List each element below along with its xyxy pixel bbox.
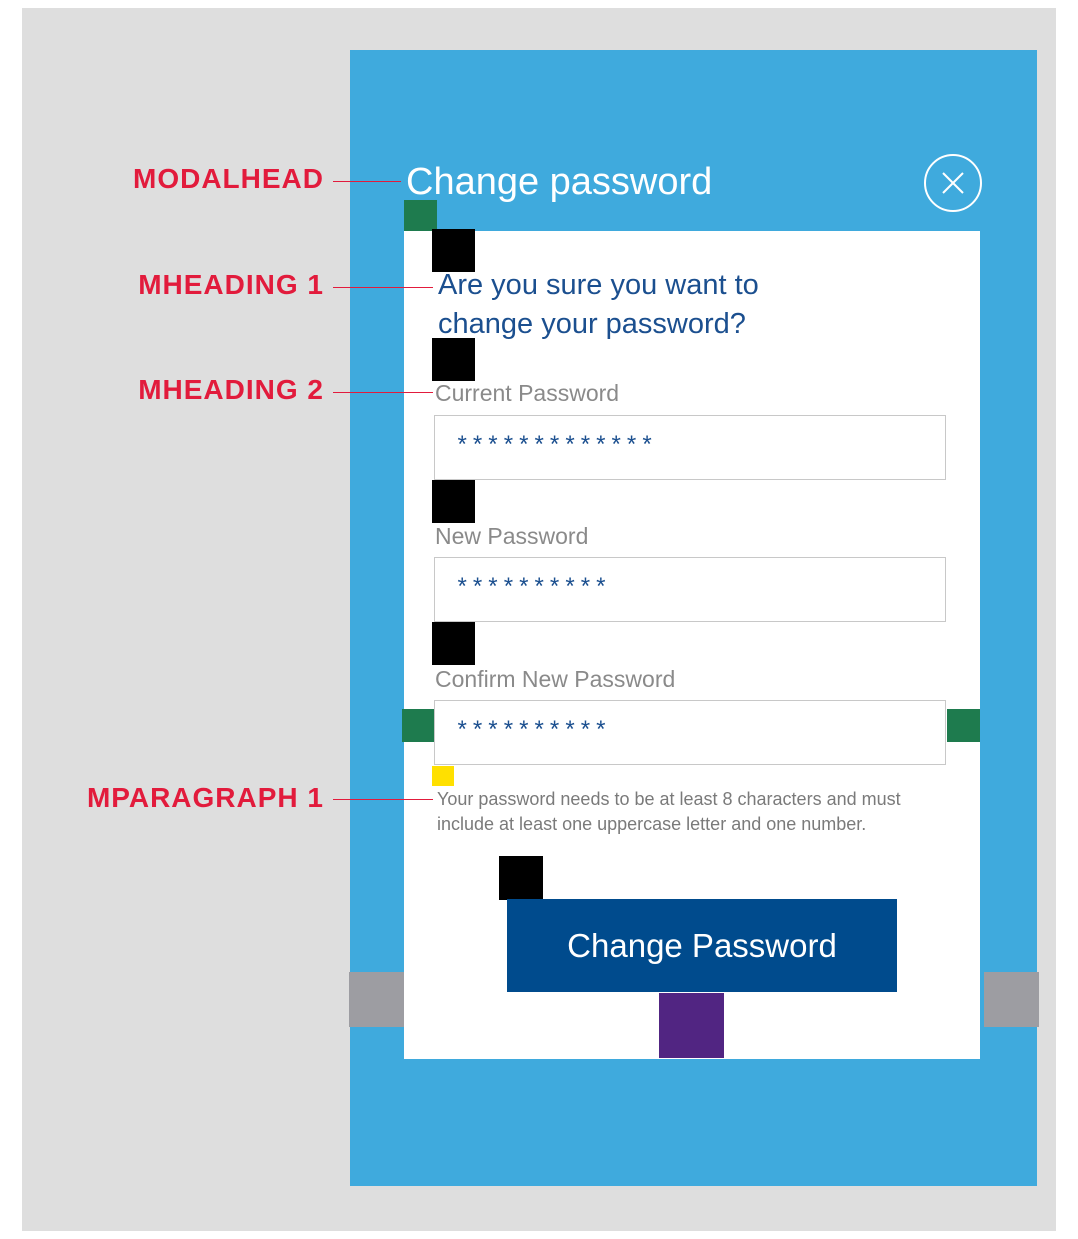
callout-line — [333, 287, 433, 288]
callout-line — [333, 181, 401, 182]
spacing-marker — [432, 622, 475, 665]
new-password-value: ********** — [455, 576, 610, 603]
callout-mheading2: MHEADING 2 — [138, 374, 324, 405]
password-requirements-text: Your password needs to be at least 8 cha… — [437, 789, 901, 834]
spacing-marker — [499, 856, 543, 900]
spacing-marker — [659, 993, 724, 1058]
spacing-marker — [947, 709, 980, 742]
current-password-value: ************* — [455, 434, 656, 461]
spacing-marker — [432, 338, 475, 381]
close-circle-icon — [942, 172, 964, 194]
current-password-field[interactable]: ************* — [434, 415, 946, 480]
new-password-field[interactable]: ********** — [434, 557, 946, 622]
modal-title: Change password — [406, 161, 713, 203]
callout-line — [333, 392, 433, 393]
modal-question-heading: Are you sure you want to change your pas… — [438, 269, 759, 340]
spacing-marker — [984, 972, 1039, 1027]
change-password-button[interactable]: Change Password — [507, 899, 897, 992]
spacing-marker — [432, 480, 475, 523]
callout-mparagraph1: MPARAGRAPH 1 — [86, 782, 324, 813]
spacing-marker — [432, 766, 454, 786]
confirm-password-label: Confirm New Password — [435, 666, 676, 692]
confirm-password-field[interactable]: ********** — [434, 700, 946, 765]
confirm-password-value: ********** — [455, 719, 610, 746]
callout-modalhead: MODALHEAD — [133, 163, 324, 194]
current-password-label: Current Password — [435, 380, 620, 406]
callout-mheading1: MHEADING 1 — [138, 269, 324, 300]
spacing-marker — [404, 200, 437, 231]
spacing-marker — [402, 709, 435, 742]
spacing-marker — [349, 972, 404, 1027]
close-button[interactable] — [924, 154, 982, 212]
new-password-label: New Password — [435, 523, 589, 549]
callout-line — [333, 799, 433, 800]
